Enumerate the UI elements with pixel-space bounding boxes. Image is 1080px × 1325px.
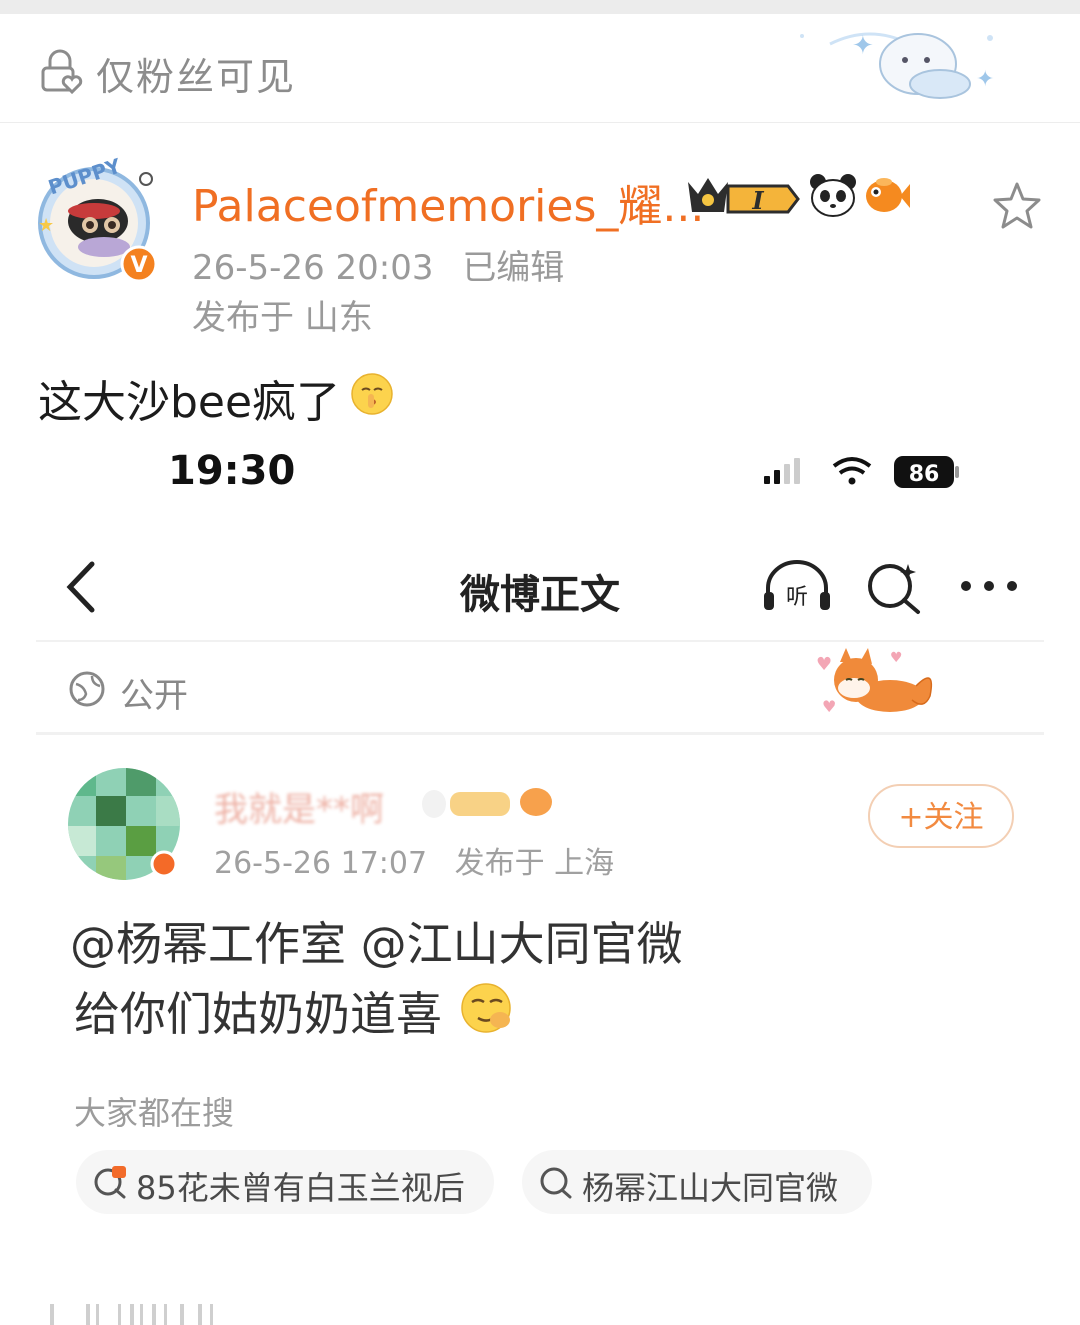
search-sparkle-icon[interactable] — [864, 558, 924, 616]
battery-level: 86 — [909, 462, 940, 487]
lock-heart-icon — [41, 49, 83, 94]
edited-label[interactable]: 已编辑 — [462, 248, 564, 288]
embedded-avatar[interactable] — [66, 766, 184, 882]
post-timestamp: 26-5-26 20:03 — [192, 248, 434, 288]
level-text: I — [751, 186, 764, 215]
trending-chip-text: 85花未曾有白玉兰视后 — [136, 1169, 465, 1207]
embedded-content-line1[interactable]: @杨幂工作室 @江山大同官微 — [70, 908, 683, 974]
embedded-location: 发布于 上海 — [454, 846, 615, 881]
verified-letter: V — [130, 253, 147, 278]
trending-chip[interactable]: 杨幂江山大同官微 — [522, 1150, 872, 1214]
listen-headphones-icon[interactable]: 听 — [762, 560, 832, 614]
embedded-badges — [422, 788, 552, 818]
nav-title: 微博正文 — [460, 572, 620, 618]
verified-badge-icon: V — [120, 245, 158, 283]
post-text: 这大沙bee疯了 — [38, 377, 341, 428]
trending-chip[interactable]: 85花未曾有白玉兰视后 — [76, 1150, 494, 1214]
trending-chip-text: 杨幂江山大同官微 — [582, 1169, 839, 1207]
embedded-timestamp: 26-5-26 17:07 — [214, 846, 428, 881]
svg-text:★: ★ — [38, 215, 54, 236]
panda-icon — [810, 174, 856, 217]
post-location: 发布于 山东 — [192, 298, 373, 338]
embedded-content-line2: 给你们姑奶奶道喜 — [74, 987, 442, 1041]
svg-text:✦: ✦ — [976, 67, 994, 92]
embedded-meta: 26-5-26 17:07 发布于 上海 — [214, 838, 614, 882]
more-options-icon[interactable] — [958, 572, 1020, 600]
smirk-emoji-icon — [461, 983, 511, 1033]
goldfish-icon — [866, 178, 910, 212]
divider — [36, 732, 1044, 735]
hot-search-icon — [94, 1166, 126, 1199]
bear-sticker-icon: ✦ ✦ — [800, 31, 994, 99]
search-icon — [540, 1167, 572, 1199]
svg-text:听: 听 — [786, 585, 808, 610]
svg-text:✦: ✦ — [852, 31, 874, 61]
globe-icon — [69, 671, 105, 707]
top-strip — [0, 0, 1080, 14]
status-bar-time: 19:30 — [168, 448, 296, 494]
embedded-username[interactable]: 我就是**啊 — [214, 782, 384, 831]
trending-label: 大家都在搜 — [74, 1094, 235, 1132]
post-username[interactable]: Palaceofmemories_耀... — [192, 170, 704, 234]
favorite-star-icon[interactable] — [990, 180, 1044, 232]
fox-sticker-icon: ♥ ♥ ♥ — [816, 648, 933, 716]
visibility-label: 仅粉丝可见 — [96, 55, 297, 99]
visibility-public-label: 公开 — [120, 676, 188, 716]
crown-level-badge: I — [688, 178, 800, 215]
follow-button[interactable]: +关注 — [868, 784, 1014, 848]
back-chevron-icon[interactable] — [62, 560, 102, 614]
svg-text:♥: ♥ — [822, 697, 836, 716]
svg-text:♥: ♥ — [816, 654, 832, 675]
post-meta: 26-5-26 20:03 已编辑 — [192, 240, 564, 289]
svg-text:♥: ♥ — [890, 650, 903, 666]
compression-artifacts — [50, 1304, 213, 1325]
shush-emoji-icon — [351, 373, 393, 415]
status-bar-icons: 86 — [764, 456, 959, 488]
